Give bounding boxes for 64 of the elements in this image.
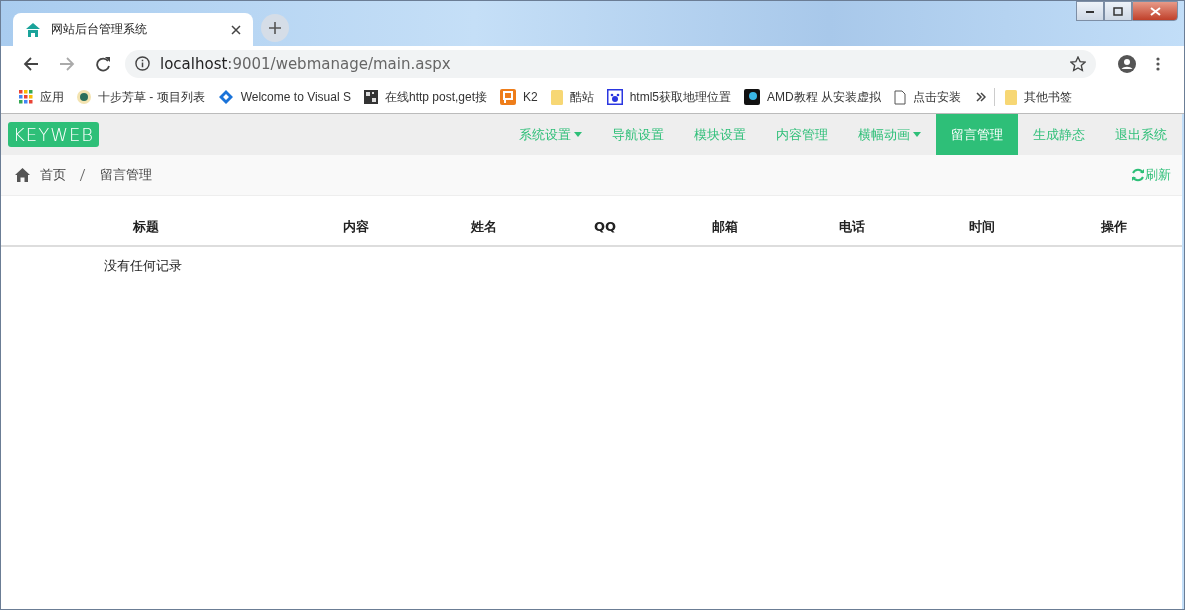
bookmark-label: Welcome to Visual S: [240, 90, 351, 104]
bookmark[interactable]: K2: [500, 89, 538, 105]
bookmark[interactable]: 其他书签: [1005, 88, 1073, 106]
column-header: 内容: [342, 217, 370, 236]
address-bar[interactable]: localhost:9001/webmanage/main.aspx: [125, 49, 1096, 78]
bookmark[interactable]: 在线http post,get接: [363, 88, 487, 106]
column-header: 姓名: [469, 217, 498, 236]
bookmark-label: 应用: [40, 88, 64, 106]
plus-icon: [269, 22, 281, 34]
paw-icon: [606, 89, 623, 105]
menu-icon[interactable]: [1156, 56, 1160, 71]
account-icon[interactable]: [1118, 54, 1136, 73]
more-bookmarks-icon[interactable]: [976, 92, 987, 102]
bookmark[interactable]: 应用: [19, 88, 64, 106]
tab-title: 网站后台管理系统: [51, 21, 148, 38]
bookmark-label: 酷站: [569, 88, 594, 106]
bookmark[interactable]: Welcome to Visual S: [217, 89, 351, 105]
qr-icon: [363, 90, 378, 104]
page-icon: [894, 89, 907, 105]
bookmark-label: AMD教程 从安装虚拟: [767, 88, 882, 106]
bookmark-label: 十步芳草 - 项目列表: [98, 88, 205, 106]
bookmark[interactable]: 十步芳草 - 项目列表: [77, 88, 205, 106]
home-icon: [15, 168, 30, 182]
column-header: 时间: [968, 217, 996, 236]
breadcrumb-link[interactable]: 首页: [40, 166, 66, 184]
house-icon: [25, 21, 41, 38]
apps-grid-icon: [19, 90, 33, 104]
close-icon: [1149, 6, 1161, 16]
p-icon: [500, 89, 516, 105]
bookmark[interactable]: 酷站: [550, 88, 594, 106]
bookmark-label: 在线http post,get接: [384, 88, 487, 106]
close-icon[interactable]: [231, 24, 241, 35]
bookmark[interactable]: AMD教程 从安装虚拟: [744, 88, 882, 106]
refresh-icon: [1131, 168, 1145, 182]
url-text: localhost:9001/webmanage/main.aspx: [160, 54, 452, 73]
browser-tab[interactable]: 网站后台管理系统: [13, 13, 253, 46]
bookmark-label: 点击安装: [913, 88, 962, 106]
bookmark[interactable]: html5获取地理位置: [606, 88, 732, 106]
bookmark-label: html5获取地理位置: [629, 88, 732, 106]
minimize-icon: [1085, 8, 1095, 14]
current-page-label: 留言管理: [100, 166, 152, 184]
column-header: 邮箱: [711, 217, 739, 236]
round-icon: [77, 90, 91, 104]
column-header: 操作: [1100, 217, 1128, 236]
new-tab-button[interactable]: [261, 14, 289, 42]
bookmark-label: 其他书签: [1024, 88, 1073, 106]
minimize-button[interactable]: [1076, 1, 1104, 21]
bookmark[interactable]: 点击安装: [894, 88, 962, 106]
empty-message: 没有任何记录: [104, 258, 182, 273]
dark-app-icon: [744, 89, 761, 105]
bookmark-label: K2: [523, 90, 538, 104]
back-icon[interactable]: [23, 55, 39, 72]
column-header: QQ: [592, 219, 618, 234]
column-header: 电话: [838, 217, 866, 236]
folder-icon: [1005, 89, 1018, 105]
maximize-icon: [1113, 6, 1123, 16]
column-header: 标题: [132, 217, 160, 236]
close-button[interactable]: [1132, 1, 1178, 21]
maximize-button[interactable]: [1104, 1, 1132, 21]
star-icon[interactable]: [1070, 55, 1086, 72]
diamond-icon: [217, 89, 234, 105]
info-icon: [135, 56, 150, 71]
folder-icon: [550, 89, 563, 105]
reload-icon[interactable]: [95, 55, 111, 72]
